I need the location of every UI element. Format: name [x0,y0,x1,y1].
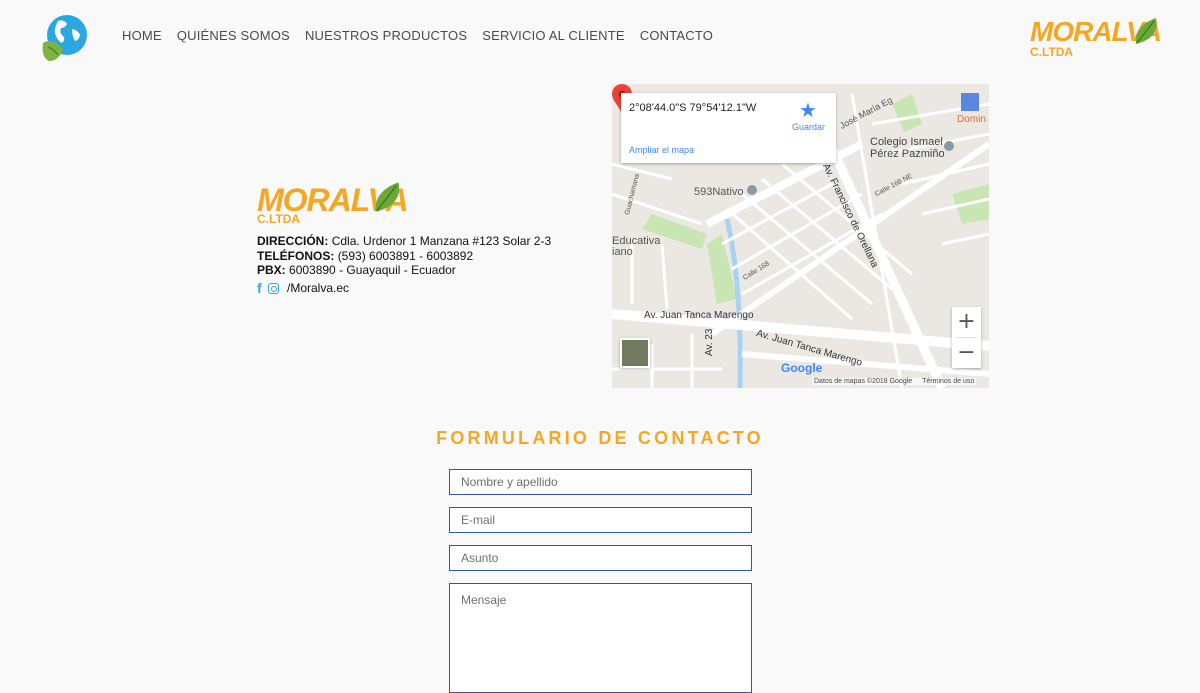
leaf-icon [375,182,400,212]
name-input[interactable] [449,469,752,495]
google-logo: Google [781,361,823,375]
map-label-domino: Domin [957,114,986,125]
map-data-credit: Datos de mapas ©2018 Google [814,378,913,385]
email-input[interactable] [449,507,752,533]
brand-subtitle: C.LTDA [1030,45,1074,59]
map-label-educativa2: iano [612,246,633,258]
social-handle[interactable]: /Moralva.ec [287,281,349,295]
nav-contact[interactable]: CONTACTO [640,28,713,43]
map-label-place: 593Nativo [694,186,744,198]
brand-subtitle: C.LTDA [257,212,301,226]
map-zoom-controls: + − [952,307,981,368]
brand-logo-header[interactable]: MORALVA C.LTDA [1030,14,1164,60]
zoom-out-button[interactable]: − [952,338,981,368]
address-row: DIRECCIÓN: Cdla. Urdenor 1 Manzana #123 … [257,234,551,249]
contact-info: DIRECCIÓN: Cdla. Urdenor 1 Manzana #123 … [257,234,551,278]
satellite-toggle[interactable] [620,338,650,368]
nav-about[interactable]: QUIÉNES SOMOS [177,28,290,43]
address-label: DIRECCIÓN: [257,234,329,248]
brand-logo-info: MORALVA C.LTDA [257,178,409,228]
map-label-school2: Pérez Pazmiño [870,148,945,160]
map-terms-link[interactable]: Términos de uso [922,378,974,385]
zoom-in-button[interactable]: + [952,307,981,337]
instagram-icon[interactable] [268,282,279,294]
phones-value: (593) 6003891 - 6003892 [337,248,474,263]
phones-row: TELÉFONOS: (593) 6003891 - 6003892 [257,249,551,264]
map-label-street1: Av. Juan Tanca Marengo [644,310,754,321]
person-icon[interactable] [961,93,979,111]
phones-label: TELÉFONOS: [257,248,335,263]
save-button[interactable]: Guardar [792,122,825,132]
message-textarea[interactable] [449,583,752,693]
pbx-row: PBX: 6003890 - Guayaquil - Ecuador [257,263,551,278]
pbx-label: PBX: [257,263,286,277]
map-info-card: 2°08'44.0"S 79°54'12.1"W ★ Guardar Ampli… [621,93,836,163]
facebook-icon[interactable]: f [257,280,264,296]
map-label-school: Colegio Ismael [870,136,943,148]
social-links: f /Moralva.ec [257,280,349,296]
map-label-av23: Av. 23 [704,328,715,356]
star-icon[interactable]: ★ [799,98,817,123]
pbx-value: 6003890 - Guayaquil - Ecuador [289,263,456,277]
address-value: Cdla. Urdenor 1 Manzana #123 Solar 2-3 [331,234,552,248]
nav-home[interactable]: HOME [122,28,162,43]
leaf-icon [1135,18,1157,44]
nav-products[interactable]: NUESTROS PRODUCTOS [305,28,467,43]
view-larger-map-link[interactable]: Ampliar el mapa [629,145,694,155]
nav-customer-service[interactable]: SERVICIO AL CLIENTE [482,28,625,43]
subject-input[interactable] [449,545,752,571]
map-coordinates: 2°08'44.0"S 79°54'12.1"W [629,102,757,114]
embedded-map[interactable]: Colegio Ismael Pérez Pazmiño 593Nativo E… [612,84,989,388]
main-nav: HOME QUIÉNES SOMOS NUESTROS PRODUCTOS SE… [122,28,728,43]
map-attribution: Datos de mapas ©2018 Google Términos de … [812,378,977,385]
globe-leaf-icon[interactable] [40,13,90,63]
contact-form-title: FORMULARIO DE CONTACTO [436,428,764,448]
